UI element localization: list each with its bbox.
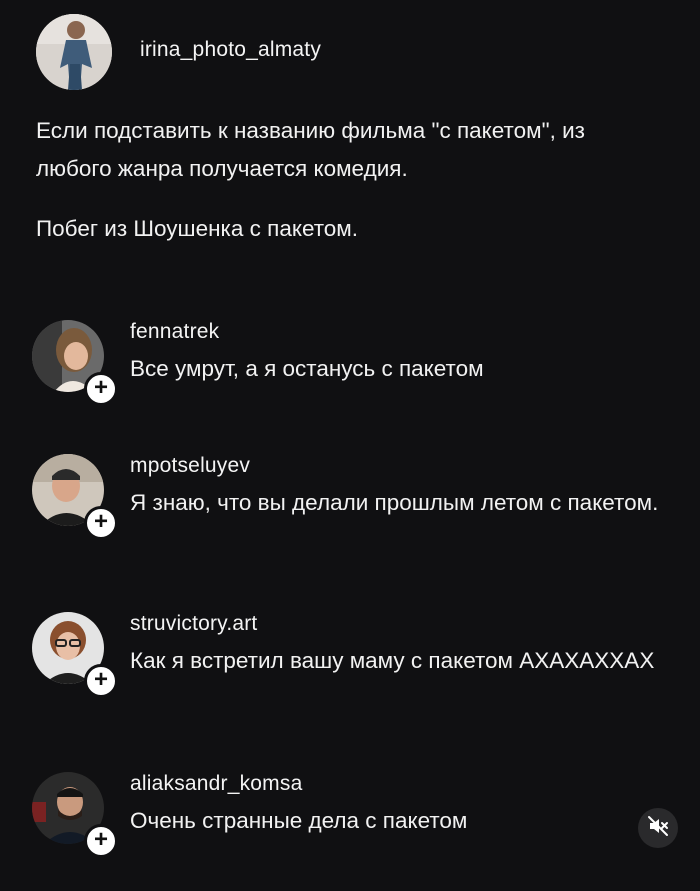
caption-paragraph: Побег из Шоушенка с пакетом. (36, 216, 358, 241)
reel-overlay: irina_photo_almaty Если подставить к наз… (0, 0, 700, 891)
comment-item: + fennatrek Все умрут, а я останусь с па… (30, 318, 670, 406)
comment-text: Все умрут, а я останусь с пакетом (130, 356, 484, 381)
follow-plus-button[interactable]: + (84, 824, 118, 858)
author-username[interactable]: irina_photo_almaty (140, 38, 321, 62)
caption-paragraph: Если подставить к названию фильма "с пак… (36, 118, 585, 181)
comment-text: Я знаю, что вы делали прошлым летом с па… (130, 490, 659, 515)
follow-plus-button[interactable]: + (84, 372, 118, 406)
comment-item: + aliaksandr_komsa Очень странные дела с… (30, 770, 670, 858)
post-caption: Если подставить к названию фильма "с пак… (36, 112, 646, 248)
follow-plus-button[interactable]: + (84, 506, 118, 540)
mute-button[interactable] (638, 808, 678, 848)
speaker-muted-icon (647, 815, 669, 842)
comment-item: + struvictory.art Как я встретил вашу ма… (30, 610, 670, 698)
commenter-username[interactable]: aliaksandr_komsa (130, 772, 670, 796)
follow-plus-button[interactable]: + (84, 664, 118, 698)
commenter-username[interactable]: mpotseluyev (130, 454, 670, 478)
commenter-username[interactable]: struvictory.art (130, 612, 670, 636)
post-header: irina_photo_almaty (36, 14, 321, 90)
comment-text: Очень странные дела с пакетом (130, 808, 468, 833)
comment-text: Как я встретил вашу маму с пакетом АХАХА… (130, 648, 655, 673)
author-avatar[interactable] (36, 14, 112, 90)
commenter-username[interactable]: fennatrek (130, 320, 670, 344)
comment-item: + mpotseluyev Я знаю, что вы делали прош… (30, 452, 670, 540)
